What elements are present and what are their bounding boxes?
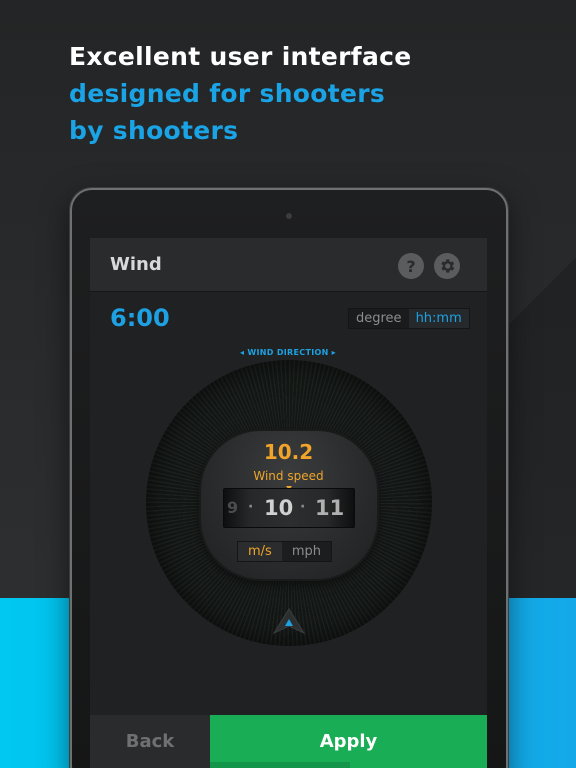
promo-headline: Excellent user interface designed for sh… <box>69 38 412 149</box>
dir-right-arrow-icon: ▸ <box>328 348 336 357</box>
unit-ms-option[interactable]: m/s <box>238 542 282 561</box>
headline-line-3: by shooters <box>69 116 239 145</box>
picker-prev-value: 9 <box>227 498 239 517</box>
apply-button-shade <box>210 762 350 768</box>
wind-speed-value: 10.2 <box>263 440 314 464</box>
headline-line-1: Excellent user interface <box>69 42 412 71</box>
headline-line-2: designed for shooters <box>69 79 386 108</box>
format-hhmm-option[interactable]: hh:mm <box>408 309 469 328</box>
picker-current-value: 10 <box>264 496 294 520</box>
gear-icon[interactable] <box>434 253 460 279</box>
format-toggle: degree hh:mm <box>348 308 470 329</box>
time-value: 6:00 <box>110 304 170 332</box>
picker-separator: · <box>300 499 306 515</box>
format-degree-option[interactable]: degree <box>349 309 409 328</box>
back-button[interactable]: Back <box>90 715 210 768</box>
gear-icon-glyph <box>441 259 455 273</box>
wind-speed-label: Wind speed <box>253 469 324 483</box>
wind-direction-text: WIND DIRECTION <box>247 348 329 357</box>
apply-button-label: Apply <box>319 731 378 752</box>
app-title: Wind <box>110 254 162 275</box>
picker-separator: · <box>248 499 254 515</box>
app-bar: Wind ? <box>90 238 487 292</box>
help-icon[interactable]: ? <box>398 253 424 279</box>
unit-mph-option[interactable]: mph <box>282 542 331 561</box>
apply-button[interactable]: Apply <box>210 715 487 768</box>
help-icon-glyph: ? <box>406 256 416 276</box>
picker-next-value: 11 <box>315 496 345 520</box>
direction-marker-icon[interactable] <box>273 608 305 634</box>
camera-dot <box>286 213 292 219</box>
wind-speed-picker[interactable]: 9 · 10 · 11 <box>223 488 355 528</box>
wind-direction-label: ◂ WIND DIRECTION ▸ <box>240 348 336 357</box>
unit-toggle: m/s mph <box>237 541 332 562</box>
app-screen: Wind ? 6:00 degree hh:mm ◂ WIND DIRECTIO… <box>90 238 487 768</box>
